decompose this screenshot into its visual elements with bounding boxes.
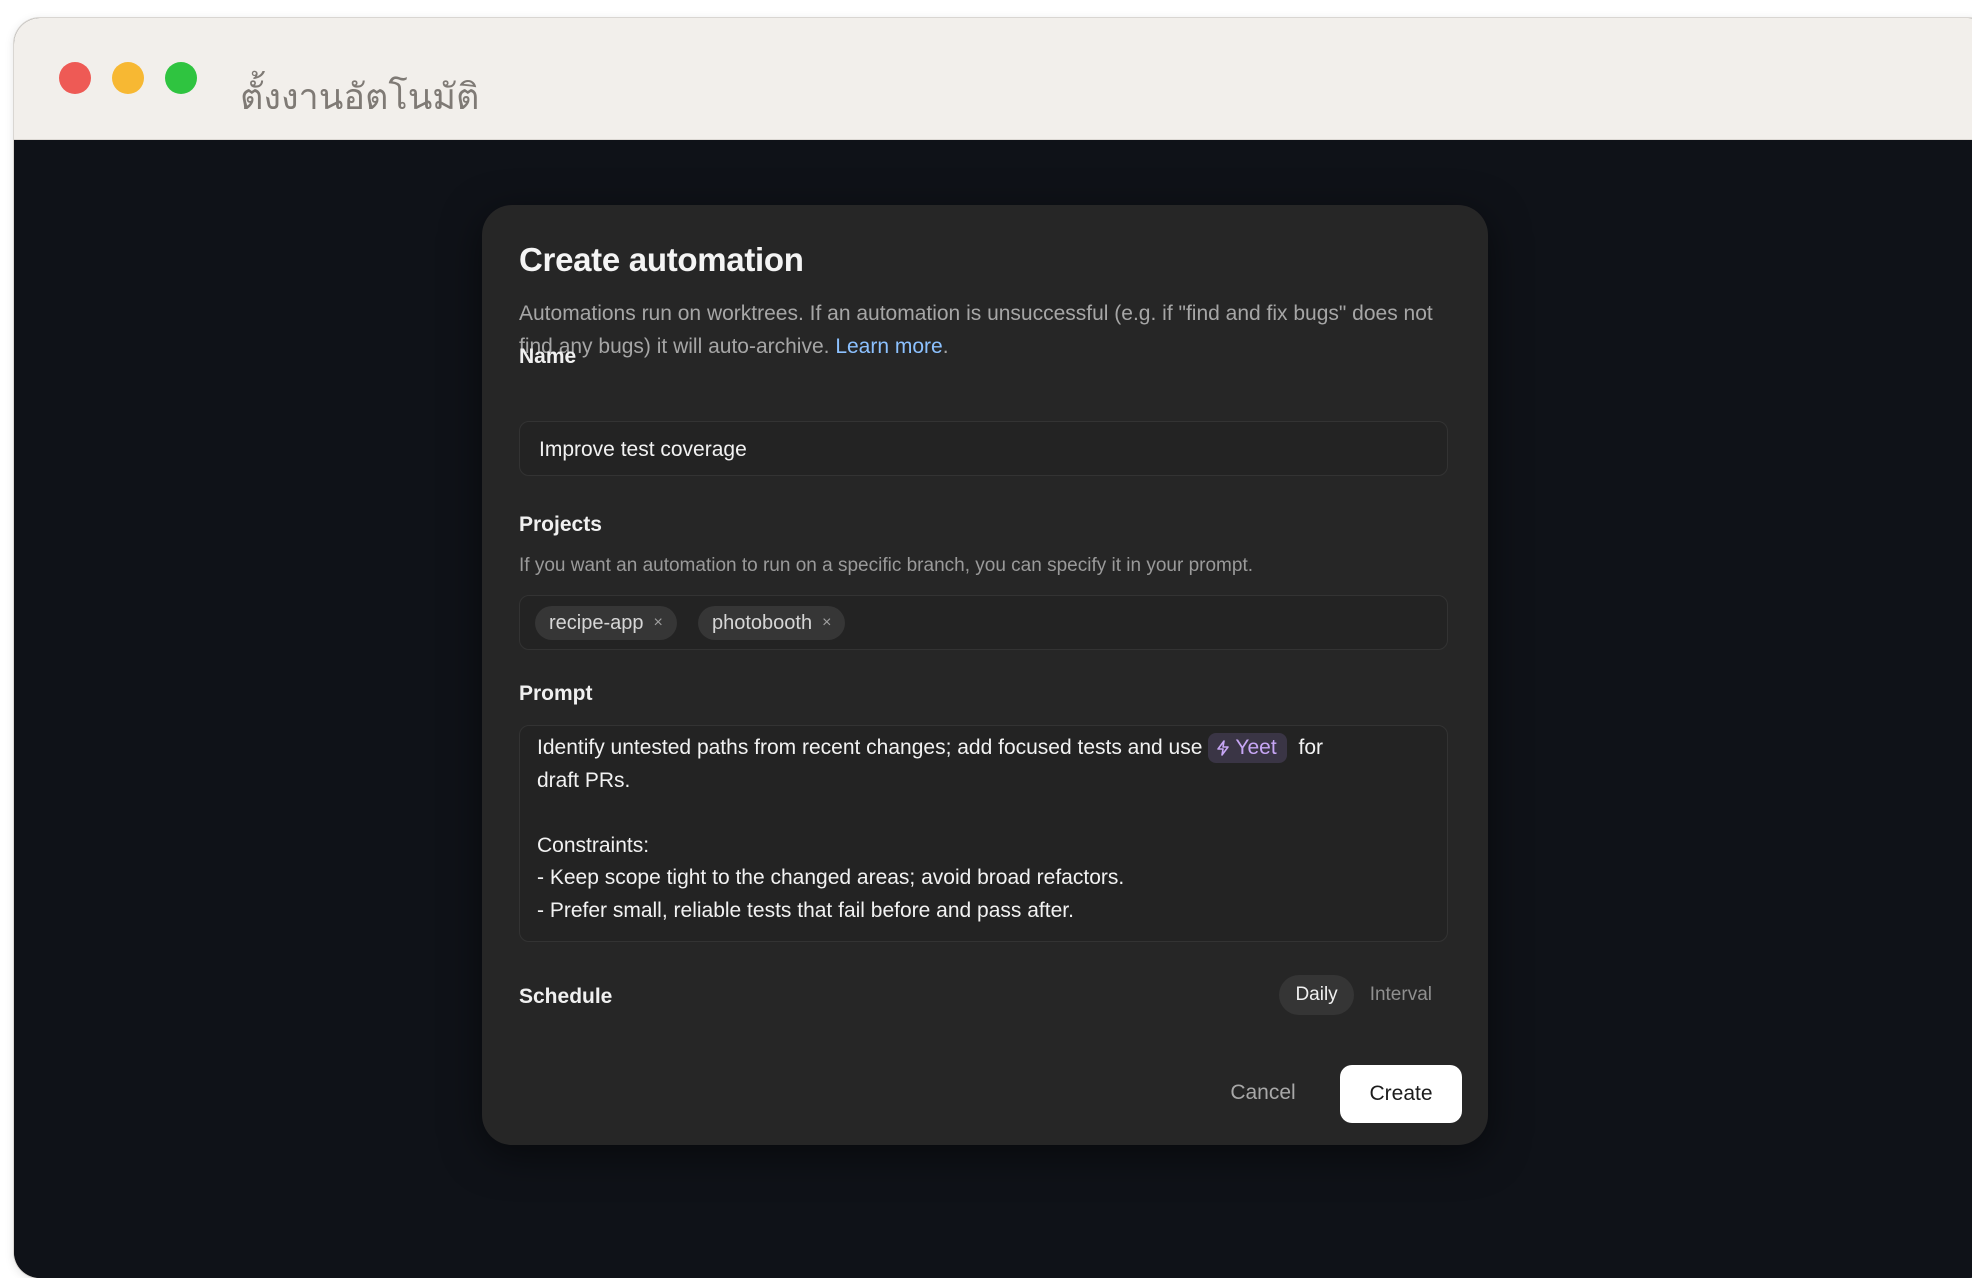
dialog-description-end: . — [942, 335, 949, 358]
projects-field[interactable]: recipe-app × photobooth × — [519, 595, 1448, 650]
remove-chip-icon[interactable]: × — [654, 606, 663, 640]
title-bar: ตั้งงานอัตโนมัติ — [14, 18, 1972, 140]
project-chip-photobooth: photobooth × — [698, 606, 846, 640]
remove-chip-icon[interactable]: × — [822, 606, 831, 640]
create-button[interactable]: Create — [1340, 1065, 1462, 1123]
close-window-button[interactable] — [59, 62, 91, 94]
skill-chip-label: Yeet — [1235, 736, 1277, 759]
project-chip-label: recipe-app — [549, 612, 644, 634]
project-chip-label: photobooth — [712, 612, 813, 634]
prompt-line-text: for — [1298, 736, 1324, 759]
schedule-option-interval[interactable]: Interval — [1354, 975, 1448, 1015]
create-automation-dialog: Create automation Automations run on wor… — [482, 205, 1488, 1145]
schedule-option-daily[interactable]: Daily — [1279, 975, 1354, 1015]
prompt-line: - Keep scope tight to the changed areas;… — [537, 866, 1125, 889]
lightning-icon — [1217, 740, 1230, 756]
skill-chip-yeet[interactable]: Yeet — [1208, 733, 1287, 763]
learn-more-link[interactable]: Learn more — [835, 335, 942, 358]
projects-label: Projects — [519, 513, 602, 536]
prompt-label: Prompt — [519, 682, 593, 705]
dialog-title: Create automation — [519, 241, 804, 278]
dialog-description-text: Automations run on worktrees. If an auto… — [519, 302, 1433, 358]
prompt-line: Constraints: — [537, 833, 650, 857]
name-input[interactable] — [537, 422, 1431, 477]
name-field[interactable] — [519, 421, 1448, 477]
project-chip-recipe-app: recipe-app × — [535, 606, 677, 640]
prompt-line: draft PRs. — [537, 768, 631, 792]
window-title: ตั้งงานอัตโนมัติ — [240, 77, 480, 118]
prompt-field[interactable]: Identify untested paths from recent chan… — [519, 725, 1448, 942]
projects-help-text: If you want an automation to run on a sp… — [519, 555, 1254, 576]
minimize-window-button[interactable] — [112, 62, 144, 94]
schedule-label: Schedule — [519, 985, 613, 1008]
zoom-window-button[interactable] — [165, 62, 197, 94]
schedule-toggle: Daily Interval — [1279, 974, 1448, 1016]
name-label: Name — [519, 345, 577, 368]
dialog-description: Automations run on worktrees. If an auto… — [519, 297, 1454, 363]
cancel-button[interactable]: Cancel — [1208, 1065, 1318, 1121]
prompt-line: Identify untested paths from recent chan… — [537, 732, 1427, 765]
prompt-line-text: Identify untested paths from recent chan… — [537, 736, 1203, 759]
prompt-text[interactable]: Identify untested paths from recent chan… — [537, 732, 1427, 927]
prompt-line: - Prefer small, reliable tests that fail… — [537, 898, 1074, 922]
prompt-line — [537, 797, 1427, 830]
